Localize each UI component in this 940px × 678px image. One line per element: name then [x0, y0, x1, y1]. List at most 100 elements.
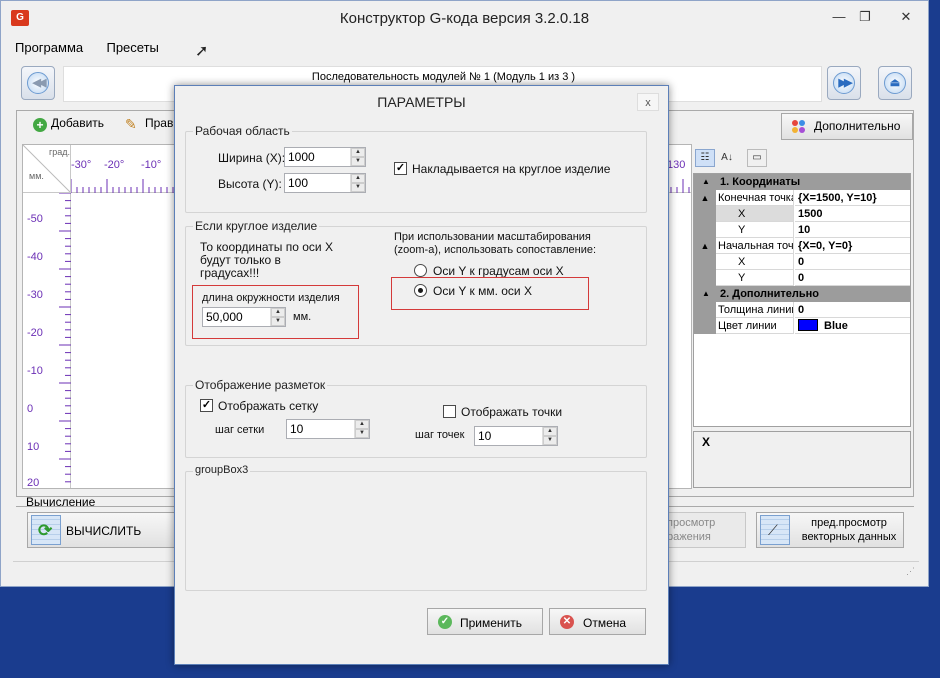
collapse-icon[interactable]: ▲: [702, 174, 710, 190]
apply-label: Применить: [460, 616, 523, 630]
show-grid-label: Отображать сетку: [218, 399, 319, 413]
property-value[interactable]: 0: [795, 270, 910, 286]
check-circle-icon: ✓: [438, 615, 452, 629]
eject-button[interactable]: ⏏: [878, 66, 912, 100]
points-step-label: шаг точек: [415, 429, 465, 441]
property-row[interactable]: ▲ Начальная точка {X=0, Y=0}: [694, 238, 910, 254]
spin-up-icon[interactable]: ▲: [351, 148, 365, 157]
property-name: X: [716, 206, 794, 222]
radio-y-to-degrees[interactable]: [414, 264, 427, 277]
add-button[interactable]: + Добавить: [33, 116, 104, 132]
eject-icon: ⏏: [884, 72, 906, 94]
apply-button[interactable]: ✓ Применить: [427, 608, 543, 635]
collapse-icon[interactable]: ▲: [694, 190, 716, 206]
spin-down-icon[interactable]: ▼: [543, 436, 557, 445]
preview-vector-label: пред.просмотр: [811, 517, 887, 529]
width-label: Ширина (X):: [218, 151, 286, 165]
add-label: Добавить: [51, 116, 105, 130]
cancel-button[interactable]: ✕ Отмена: [549, 608, 646, 635]
y-tick-label: 20: [27, 477, 40, 489]
property-value[interactable]: 10: [795, 222, 910, 238]
spin-up-icon[interactable]: ▲: [355, 420, 369, 429]
group-box-3: groupBox3: [185, 464, 647, 591]
property-value[interactable]: 1500: [795, 206, 910, 222]
property-value[interactable]: 0: [795, 254, 910, 270]
property-row[interactable]: X 0: [694, 254, 910, 270]
height-input[interactable]: 100 ▲ ▼: [284, 173, 366, 193]
spin-down-icon[interactable]: ▼: [351, 157, 365, 166]
property-row[interactable]: Y 10: [694, 222, 910, 238]
close-window-button[interactable]: ✕: [893, 9, 919, 25]
edit-label: Прав: [145, 116, 174, 130]
spin-up-icon[interactable]: ▲: [543, 427, 557, 436]
x-tick-label: -10°: [141, 159, 162, 171]
property-value[interactable]: 0: [795, 302, 910, 318]
resize-grip-icon[interactable]: ⋰: [906, 566, 915, 577]
grid-step-label: шаг сетки: [215, 424, 265, 436]
points-step-input[interactable]: 10 ▲ ▼: [474, 426, 558, 446]
property-name: Толщина линии: [716, 302, 794, 318]
gutter: [694, 206, 716, 222]
preview-vector-button[interactable]: ⟋ пред.просмотр векторных данных: [756, 512, 904, 548]
calculate-button[interactable]: ⟳ ВЫЧИСЛИТЬ: [27, 512, 177, 548]
maximize-button[interactable]: ❐: [853, 9, 877, 25]
pen-icon: ✎: [125, 116, 137, 132]
grid-step-input[interactable]: 10 ▲ ▼: [286, 419, 370, 439]
next-module-button[interactable]: ▶▶: [827, 66, 861, 100]
dialog-close-button[interactable]: x: [637, 93, 659, 111]
ruler-unit-mm: мм.: [29, 171, 44, 181]
spin-down-icon[interactable]: ▼: [271, 317, 285, 326]
property-value[interactable]: Blue: [795, 318, 910, 334]
collapse-icon[interactable]: ▲: [702, 286, 710, 302]
zoom-note-1: При использовании масштабирования: [394, 231, 591, 243]
x-tick-label: 130: [667, 159, 686, 171]
wrap-round-checkbox[interactable]: ✓: [394, 162, 407, 175]
spin-down-icon[interactable]: ▼: [355, 429, 369, 438]
spin-up-icon[interactable]: ▲: [271, 308, 285, 317]
property-pages-icon[interactable]: ▭: [747, 149, 767, 167]
alphabetical-sort-icon[interactable]: A↓: [717, 149, 737, 167]
edit-button[interactable]: ✎ Прав: [125, 116, 174, 132]
property-name: X: [716, 254, 794, 270]
property-value[interactable]: {X=1500, Y=10}: [795, 190, 910, 206]
sequence-title: Последовательность модулей № 1 (Модуль 1…: [311, 71, 576, 83]
property-row[interactable]: Толщина линии 0: [694, 302, 910, 318]
property-name: Начальная точка: [716, 238, 794, 254]
property-row[interactable]: ▲ Конечная точка {X=1500, Y=10}: [694, 190, 910, 206]
height-value: 100: [288, 176, 309, 190]
category-additional[interactable]: ▲ 2. Дополнительно: [694, 286, 910, 302]
show-points-label: Отображать точки: [461, 405, 563, 419]
height-label: Высота (Y):: [218, 177, 282, 191]
property-value[interactable]: {X=0, Y=0}: [795, 238, 910, 254]
width-input[interactable]: 1000 ▲ ▼: [284, 147, 366, 167]
collapse-icon[interactable]: ▲: [694, 238, 716, 254]
circumference-input[interactable]: 50,000 ▲ ▼: [202, 307, 286, 327]
rewind-icon: ◀◀: [27, 72, 49, 94]
ruler-unit-degrees: град.: [49, 147, 71, 157]
color-swatch: [798, 319, 818, 331]
prev-module-button[interactable]: ◀◀: [21, 66, 55, 100]
grid-step-value: 10: [290, 422, 304, 436]
radio-y-to-mm[interactable]: [414, 284, 427, 297]
y-tick-label: 0: [27, 403, 34, 415]
additional-button[interactable]: Дополнительно: [781, 113, 913, 140]
color-name: Blue: [824, 320, 848, 332]
spin-down-icon[interactable]: ▼: [351, 183, 365, 192]
menu-presets[interactable]: Пресеты: [104, 38, 160, 57]
categorized-view-icon[interactable]: ☷: [695, 149, 715, 167]
width-value: 1000: [288, 150, 315, 164]
show-grid-checkbox[interactable]: ✓: [200, 399, 213, 412]
property-name: Y: [716, 270, 794, 286]
property-row[interactable]: Y 0: [694, 270, 910, 286]
y-tick-label: -50: [27, 213, 43, 225]
gutter: [694, 302, 716, 318]
category-coordinates[interactable]: ▲ 1. Координаты: [694, 174, 910, 190]
y-tick-label: 10: [27, 441, 40, 453]
property-row[interactable]: Цвет линии Blue: [694, 318, 910, 334]
spin-up-icon[interactable]: ▲: [351, 174, 365, 183]
preview-image-button[interactable]: просмотр ражения: [656, 512, 746, 548]
minimize-button[interactable]: —: [827, 9, 851, 25]
show-points-checkbox[interactable]: [443, 405, 456, 418]
property-row[interactable]: X 1500: [694, 206, 910, 222]
menu-program[interactable]: Программа: [13, 38, 85, 57]
